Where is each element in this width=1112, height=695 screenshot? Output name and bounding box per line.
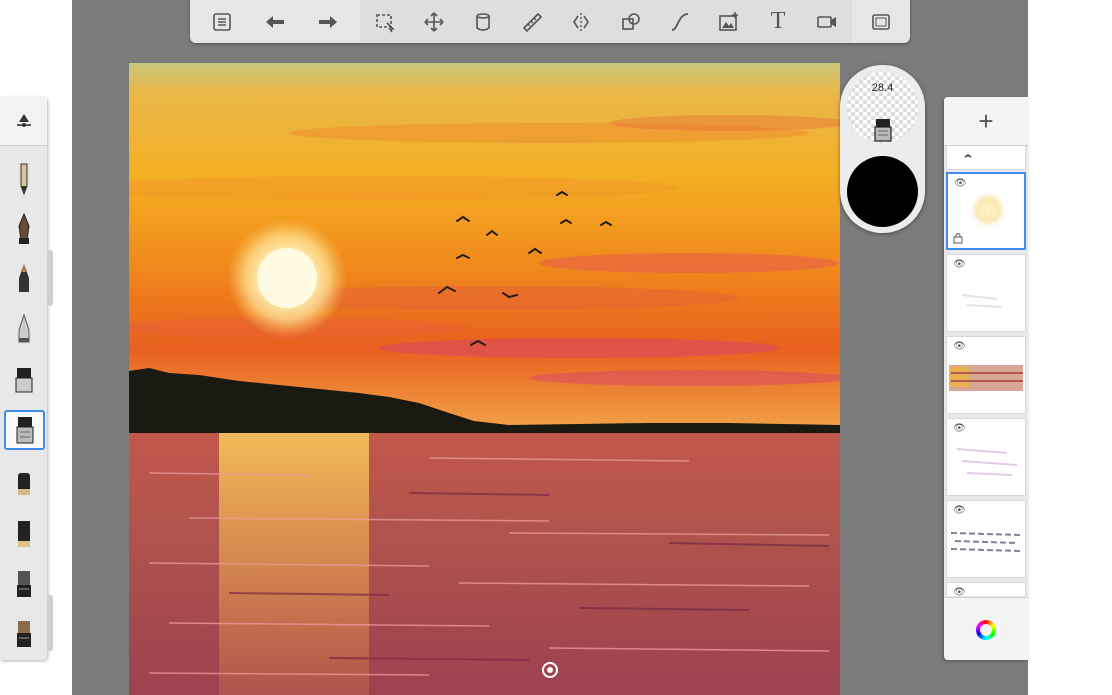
ink-pen-brush-icon[interactable] xyxy=(4,210,43,248)
brush-palette-scroll-tab-lower[interactable] xyxy=(47,595,53,651)
fullscreen-icon[interactable] xyxy=(866,7,896,37)
undo-icon[interactable] xyxy=(260,7,290,37)
symmetry-icon[interactable] xyxy=(566,7,596,37)
brush-puck[interactable]: 28.4 xyxy=(840,65,925,233)
visibility-eye-icon[interactable]: 👁 xyxy=(953,423,966,434)
layer-thumbnail xyxy=(964,154,972,158)
text-icon[interactable]: T xyxy=(763,7,793,37)
toolbar-right-group xyxy=(852,0,910,43)
brush-size-value: 28.4 xyxy=(871,82,894,94)
layer-sun-glow[interactable]: 👁 xyxy=(946,172,1026,250)
toolbar-center-group: T xyxy=(360,0,852,43)
canvas-rotate-handle-icon[interactable] xyxy=(540,660,560,680)
visibility-eye-icon[interactable]: 👁 xyxy=(953,587,966,596)
brush-size-preview[interactable]: 28.4 xyxy=(847,72,918,143)
marker-brush-icon[interactable] xyxy=(4,260,43,298)
brush-library-icon[interactable] xyxy=(207,7,237,37)
visibility-eye-icon[interactable]: 👁 xyxy=(953,259,966,270)
visibility-eye-icon[interactable]: 👁 xyxy=(953,341,966,352)
lock-icon[interactable] xyxy=(953,232,963,244)
paint-brush-icon[interactable] xyxy=(4,360,43,398)
record-icon[interactable] xyxy=(812,7,842,37)
eraser-brush-icon[interactable] xyxy=(4,465,43,503)
layer-bottom[interactable]: 👁 xyxy=(946,582,1026,596)
texture-brush-icon[interactable] xyxy=(4,615,43,653)
plus-icon: + xyxy=(978,105,994,136)
workspace[interactable]: T 28.4 xyxy=(72,0,1028,695)
drawing-canvas[interactable] xyxy=(129,63,840,695)
airbrush-brush-icon[interactable] xyxy=(4,310,43,348)
toolbar-left-group xyxy=(190,0,360,43)
color-wheel-icon xyxy=(976,619,996,640)
add-layer-button[interactable]: + xyxy=(944,97,1028,146)
layer-purple-strokes[interactable]: 👁 xyxy=(946,418,1026,496)
layer-list[interactable]: 👁 👁 👁 👁 👁 👁 xyxy=(944,146,1028,596)
palette-collapse-icon[interactable] xyxy=(0,97,47,146)
brush-palette-scroll-tab[interactable] xyxy=(47,250,53,306)
brush-palette xyxy=(0,97,47,660)
visibility-eye-icon[interactable]: 👁 xyxy=(953,505,966,516)
sunset-painting xyxy=(129,63,840,695)
layer-water-lines[interactable]: 👁 xyxy=(946,500,1026,578)
shapes-icon[interactable] xyxy=(616,7,646,37)
main-toolbar: T xyxy=(190,0,910,43)
redo-icon[interactable] xyxy=(313,7,343,37)
chisel-brush-icon[interactable] xyxy=(4,565,43,603)
text-icon-glyph: T xyxy=(770,8,786,34)
flat-brush-icon[interactable] xyxy=(4,515,43,553)
fill-bucket-icon[interactable] xyxy=(468,7,498,37)
transform-icon[interactable] xyxy=(419,7,449,37)
current-color-swatch[interactable] xyxy=(847,156,918,227)
ruler-icon[interactable] xyxy=(517,7,547,37)
add-image-icon[interactable] xyxy=(714,7,744,37)
selection-icon[interactable] xyxy=(370,7,400,37)
layer-faint-strokes[interactable]: 👁 xyxy=(946,254,1026,332)
current-brush-icon xyxy=(874,119,892,142)
layer-panel: + 👁 👁 👁 👁 👁 👁 xyxy=(944,97,1028,660)
layer-red-sky[interactable]: 👁 xyxy=(946,336,1026,414)
layer-birds[interactable] xyxy=(946,146,1026,170)
visibility-eye-icon[interactable]: 👁 xyxy=(954,178,967,189)
pencil-brush-icon[interactable] xyxy=(4,160,43,198)
color-picker-button[interactable] xyxy=(944,597,1028,660)
smudge-brush-icon[interactable] xyxy=(4,410,45,450)
curve-icon[interactable] xyxy=(665,7,695,37)
